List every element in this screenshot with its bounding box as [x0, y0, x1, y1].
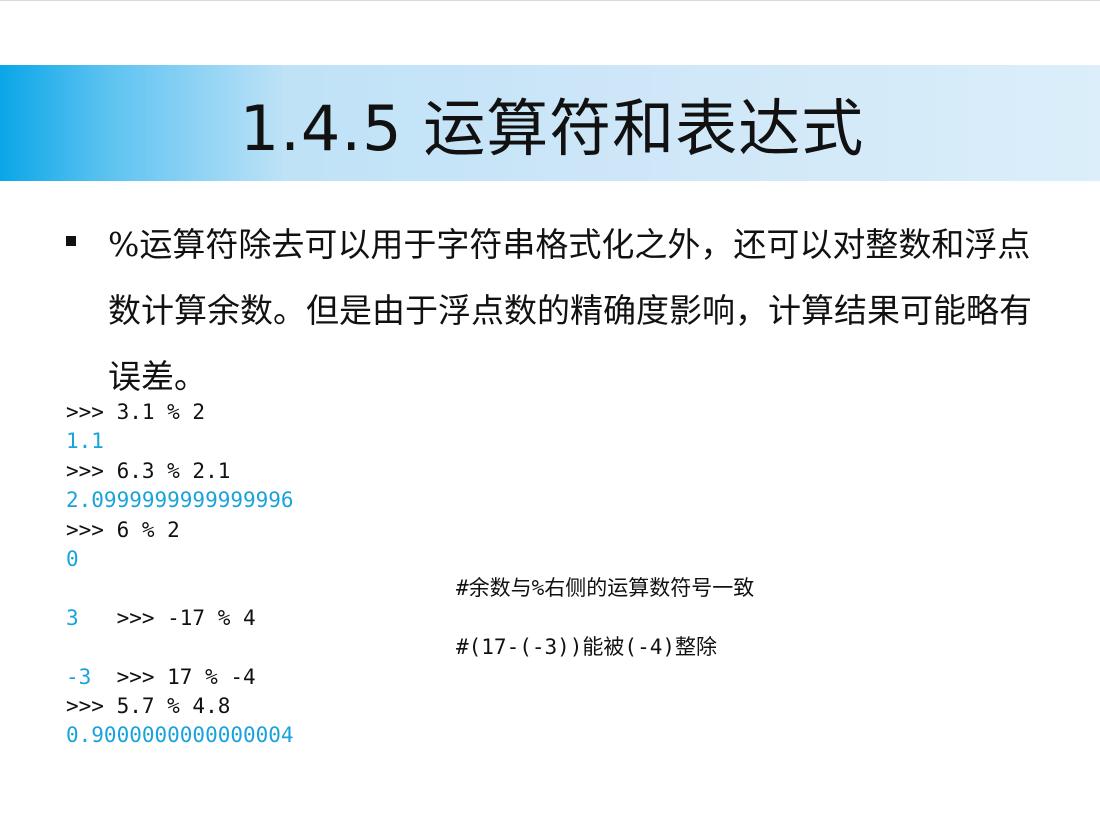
code-comment: #(17-(-3))能被(-4)整除	[456, 635, 718, 660]
square-bullet-icon	[66, 236, 76, 246]
bullet-text: %运算符除去可以用于字符串格式化之外，还可以对整数和浮点数计算余数。但是由于浮点…	[108, 225, 1032, 396]
code-input-line: >>> 6 % 2	[66, 517, 180, 542]
code-output-line: 0	[66, 546, 79, 571]
code-input-line: >>> 6.3 % 2.1	[66, 458, 231, 483]
code-output-line: 0.9000000000000004	[66, 723, 294, 748]
code-input-line: >>> 3.1 % 2	[66, 400, 206, 424]
code-input-line-with-comment: >>> -17 % 4 #余数与%右侧的运算数符号一致	[66, 574, 1066, 629]
code-input-line-with-comment: >>> 17 % -4 #(17-(-3))能被(-4)整除	[66, 633, 1066, 688]
code-comment: #余数与%右侧的运算数符号一致	[456, 576, 755, 601]
code-output-line: 2.0999999999999996	[66, 488, 294, 513]
code-output-line: -3	[66, 664, 92, 689]
code-output-line: 1.1	[66, 429, 104, 454]
code-block: >>> 3.1 % 2 1.1 >>> 6.3 % 2.1 2.09999999…	[66, 398, 1066, 751]
code-output-line: 3	[66, 605, 79, 630]
slide-title: 1.4.5 运算符和表达式	[239, 92, 865, 165]
code-input-line: >>> 5.7 % 4.8	[66, 693, 231, 718]
top-divider	[0, 0, 1100, 1]
